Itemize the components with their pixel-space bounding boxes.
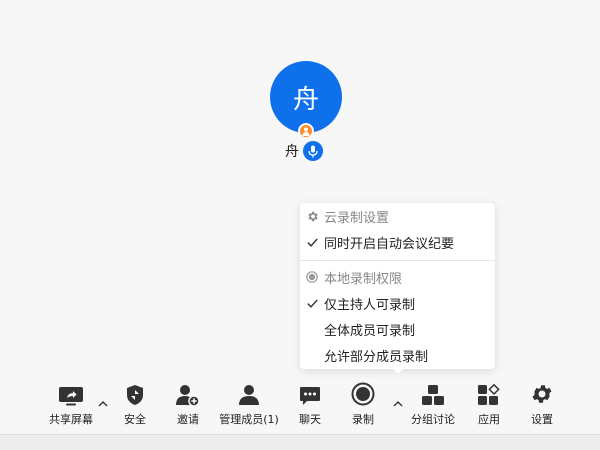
apps-button[interactable]: 应用: [472, 378, 506, 430]
add-person-icon: [176, 385, 200, 406]
record-options-caret[interactable]: [392, 398, 404, 410]
checkmark-icon: [306, 238, 318, 247]
all-members-record-option[interactable]: 全体成员可录制: [300, 316, 495, 342]
avatar-initial: 舟: [292, 84, 319, 115]
chat-bubble-icon: [300, 387, 320, 405]
settings-label: 设置: [531, 413, 553, 426]
cloud-record-settings-header[interactable]: 云录制设置: [300, 203, 495, 229]
security-button[interactable]: 安全: [118, 378, 152, 430]
settings-button[interactable]: 设置: [525, 378, 559, 430]
security-label: 安全: [124, 413, 146, 426]
local-record-permission-header: 本地录制权限: [300, 264, 495, 290]
members-icon: [239, 385, 259, 405]
local-record-section: 本地录制权限 仅主持人可录制 全体成员可录制 允许部分成员录制: [300, 261, 495, 369]
participant-name: 舟: [285, 144, 299, 160]
shield-icon: [127, 385, 143, 405]
breakout-rooms-icon: [422, 385, 444, 405]
gear-icon: [532, 385, 552, 403]
record-icon: [351, 382, 375, 406]
participant-name-row: 舟: [285, 140, 323, 162]
host-only-label: 仅主持人可录制: [324, 297, 416, 313]
share-screen-button[interactable]: 共享屏幕: [46, 378, 96, 430]
meeting-toolbar: 共享屏幕 安全 邀请 管理成员(1) 聊天 录制 分组讨论 应用 设置: [0, 378, 600, 434]
share-options-caret[interactable]: [97, 398, 109, 410]
share-screen-icon: [59, 387, 83, 406]
partial-members-record-option[interactable]: 允许部分成员录制: [300, 342, 495, 368]
record-button[interactable]: 录制: [346, 378, 380, 430]
menu-pointer-arrow: [391, 367, 405, 374]
local-header-label: 本地录制权限: [324, 271, 403, 287]
host-only-record-option[interactable]: 仅主持人可录制: [300, 290, 495, 316]
invite-label: 邀请: [177, 413, 199, 426]
breakout-rooms-button[interactable]: 分组讨论: [408, 378, 458, 430]
manage-members-label: 管理成员(1): [219, 413, 279, 426]
meeting-stage: 舟 舟 云录制设置 同时开启自动会议纪要 本地录制权限 仅主持人可录制 全体成员…: [0, 0, 600, 434]
apps-icon: [478, 384, 500, 405]
partial-members-label: 允许部分成员录制: [324, 349, 429, 365]
microphone-icon[interactable]: [303, 141, 323, 161]
breakout-label: 分组讨论: [411, 413, 455, 426]
checkmark-icon: [306, 299, 318, 308]
manage-members-button[interactable]: 管理成员(1): [216, 378, 282, 430]
auto-minutes-label: 同时开启自动会议纪要: [324, 236, 455, 252]
all-members-label: 全体成员可录制: [324, 323, 416, 339]
chevron-up-icon: [393, 401, 403, 407]
record-dot-icon: [306, 271, 318, 283]
window-bottom-bar: [0, 434, 600, 450]
apps-label: 应用: [478, 413, 500, 426]
record-label: 录制: [352, 413, 374, 426]
gear-icon: [307, 211, 318, 221]
invite-button[interactable]: 邀请: [171, 378, 205, 430]
cloud-header-label: 云录制设置: [324, 210, 390, 226]
share-screen-label: 共享屏幕: [49, 413, 93, 426]
host-badge-icon: [298, 123, 314, 139]
chat-label: 聊天: [299, 413, 321, 426]
chat-button[interactable]: 聊天: [292, 378, 328, 430]
auto-minutes-option[interactable]: 同时开启自动会议纪要: [300, 229, 495, 255]
chevron-up-icon: [98, 401, 108, 407]
